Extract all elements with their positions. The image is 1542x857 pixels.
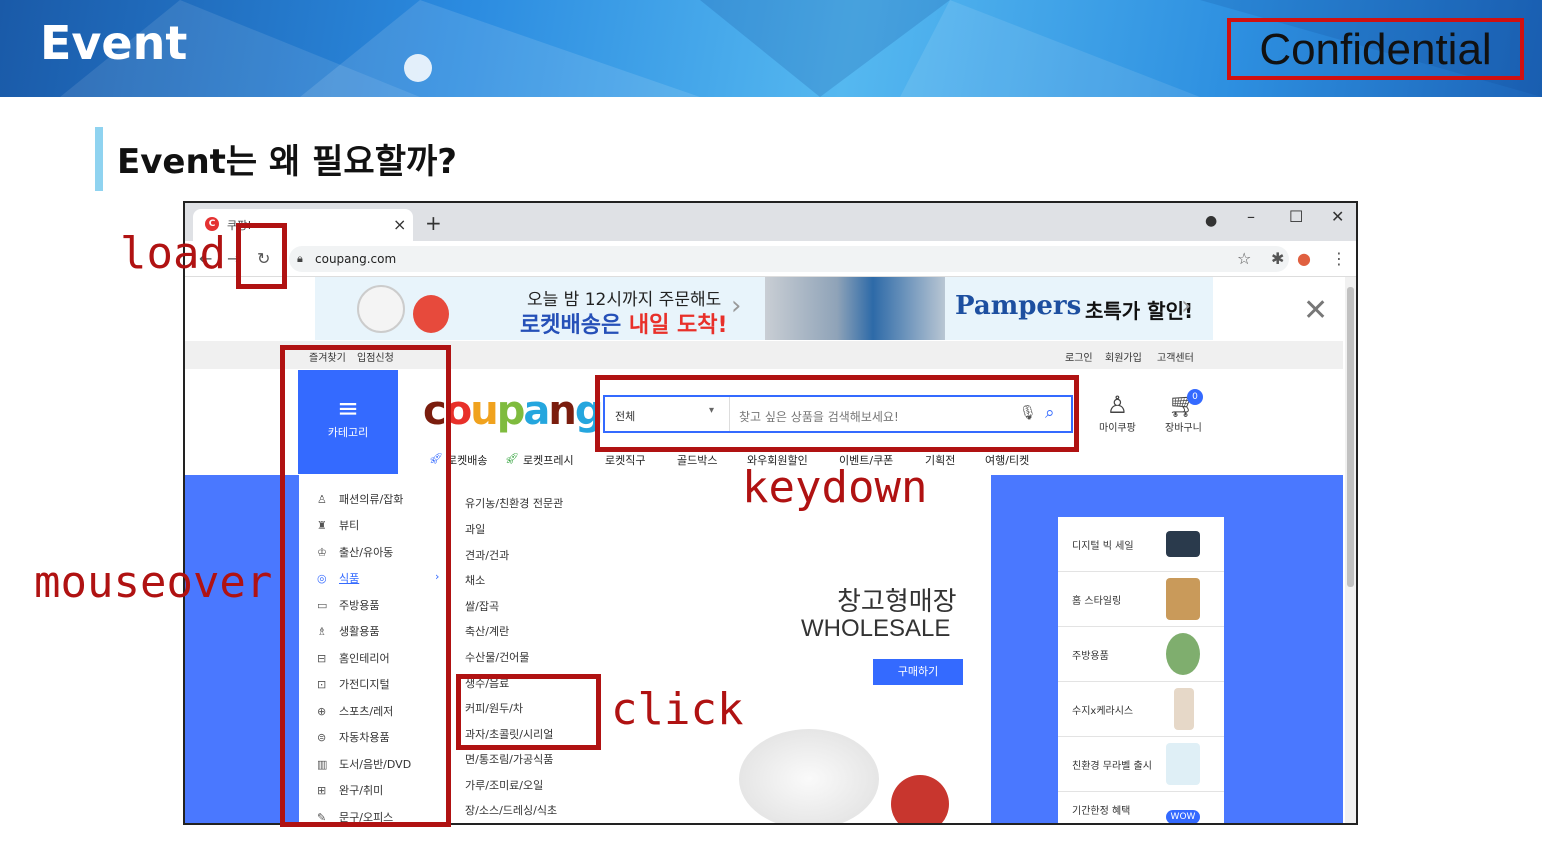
browser-tab[interactable]: C 쿠팡! × [193,209,413,241]
side-card[interactable]: 수지x케라시스 [1058,682,1224,737]
slide-title: Event [40,16,188,70]
keydown-annotation: keydown [742,462,928,513]
bottle-image [1174,688,1194,730]
confidential-label: Confidential [1227,18,1524,80]
subcategory-menu: 유기농/친환경 전문관 과일 견과/건과 채소 쌀/잡곡 축산/계란 수산물/건… [447,475,627,823]
side-card[interactable]: 홈 스타일링 [1058,572,1224,627]
subcategory-item[interactable]: 견과/건과 [465,547,509,563]
apple-image [891,775,949,823]
bookmark-star-icon[interactable]: ☆ [1237,249,1251,268]
minimize-icon[interactable]: – [1247,207,1255,226]
subcategory-item[interactable]: 가루/조미료/오일 [465,777,543,793]
pampers-logo: Pampers [955,291,1082,321]
cart-count-badge: 0 [1187,389,1203,405]
water-bottles-image [1166,743,1200,785]
support-link[interactable]: 고객센터 [1157,349,1194,364]
pot-image [1166,633,1200,675]
cart-label: 장바구니 [1165,423,1202,434]
rice-image [739,729,879,823]
subcategory-item[interactable]: 유기농/친환경 전문관 [465,495,563,511]
subnav-item[interactable]: 골드박스 [677,452,717,468]
subnav-item[interactable]: 로켓직구 [605,452,645,468]
apple-image [413,295,449,333]
subnav-item[interactable]: 로켓배송 [447,452,487,468]
extension-avatar-icon[interactable]: ● [1297,249,1311,268]
keydown-highlight-box [595,375,1079,452]
laptop-image [1166,531,1200,557]
fan-image [357,285,405,333]
window-close-icon[interactable]: ✕ [1331,207,1344,226]
rocket-icon: 🚀︎ [505,452,519,465]
wholesale-promo: 창고형매장 WHOLESALE 구매하기 [627,475,991,823]
tab-close-icon[interactable]: × [393,215,406,234]
user-icon: ♙ [1106,391,1129,419]
banner-close-icon[interactable]: ✕ [1303,293,1328,328]
profile-icon[interactable]: ● [1205,213,1217,229]
address-bar-row: ← → ↻ 🔒︎ coupang.com ☆ ✱ ● ⋮ [185,241,1356,277]
buy-button[interactable]: 구매하기 [873,659,963,685]
section-heading: Event는 왜 필요할까? [117,142,457,182]
maximize-icon[interactable]: ☐ [1289,207,1303,226]
side-card-list: 디지털 빅 세일 홈 스타일링 주방용품 수지x케라시스 친환경 무라벨 출시 … [1058,517,1224,823]
promo-subtitle: WHOLESALE [801,615,951,642]
chevron-right-icon[interactable]: › [1181,291,1191,321]
arrival-text: 내일 도착! [628,313,728,338]
scrollbar[interactable] [1345,277,1356,823]
scrollbar-thumb[interactable] [1347,287,1354,587]
url-text: coupang.com [315,252,397,266]
load-highlight-box [236,223,287,289]
side-card[interactable]: 친환경 무라벨 출시 [1058,737,1224,792]
subnav-item[interactable]: 로켓프레시 [523,452,574,468]
mouseover-annotation: mouseover [34,557,273,608]
omnibox[interactable]: 🔒︎ coupang.com [289,246,1289,272]
new-tab-icon[interactable]: + [425,211,442,235]
subnav-item[interactable]: 여행/티켓 [985,452,1029,468]
subcategory-item[interactable]: 과일 [465,521,485,537]
mouseover-highlight-box [280,345,451,827]
side-card[interactable]: 디지털 빅 세일 [1058,517,1224,572]
subcategory-item[interactable]: 쌀/잡곡 [465,598,499,614]
signup-link[interactable]: 회원가입 [1105,349,1142,364]
click-annotation: click [611,684,744,735]
login-link[interactable]: 로그인 [1065,349,1093,364]
subcategory-item[interactable]: 면/통조림/가공식품 [465,751,553,767]
subcategory-item[interactable]: 축산/계란 [465,623,509,639]
chevron-right-icon[interactable]: › [731,291,741,321]
promo-title: 창고형매장 [837,587,957,617]
shelf-image [1166,578,1200,620]
mypage-label: 마이쿠팡 [1099,423,1136,434]
side-card[interactable]: 주방용품 [1058,627,1224,682]
load-annotation: load [120,228,226,279]
section-accent-bar [95,127,103,191]
promo-banner[interactable]: 오늘 밤 12시까지 주문해도 로켓배송은 내일 도착! › Pampers 초… [315,277,1213,340]
diaper-package-image [765,277,945,340]
subcategory-item[interactable]: 수산물/건어물 [465,649,529,665]
wow-badge: WOW [1166,810,1200,823]
click-highlight-box [456,674,601,750]
slide: Event Confidential Event는 왜 필요할까? C 쿠팡! … [0,0,1542,857]
subnav-item[interactable]: 기획전 [925,452,955,468]
side-card[interactable]: 기간한정 혜택 WOW [1058,792,1224,823]
sale-text: 초특가 할인! [1085,299,1194,323]
mypage-button[interactable]: ♙ 마이쿠팡 [1099,391,1136,434]
tab-strip: C 쿠팡! × + ● – ☐ ✕ [185,203,1356,241]
banner-line2: 로켓배송은 내일 도착! [520,307,728,339]
rocket-text: 로켓배송은 [520,313,629,338]
lock-icon: 🔒︎ [297,252,303,265]
subcategory-item[interactable]: 장/소스/드레싱/식초 [465,802,557,818]
menu-kebab-icon[interactable]: ⋮ [1331,249,1347,268]
subcategory-item[interactable]: 채소 [465,572,485,588]
extensions-icon[interactable]: ✱ [1271,249,1284,268]
